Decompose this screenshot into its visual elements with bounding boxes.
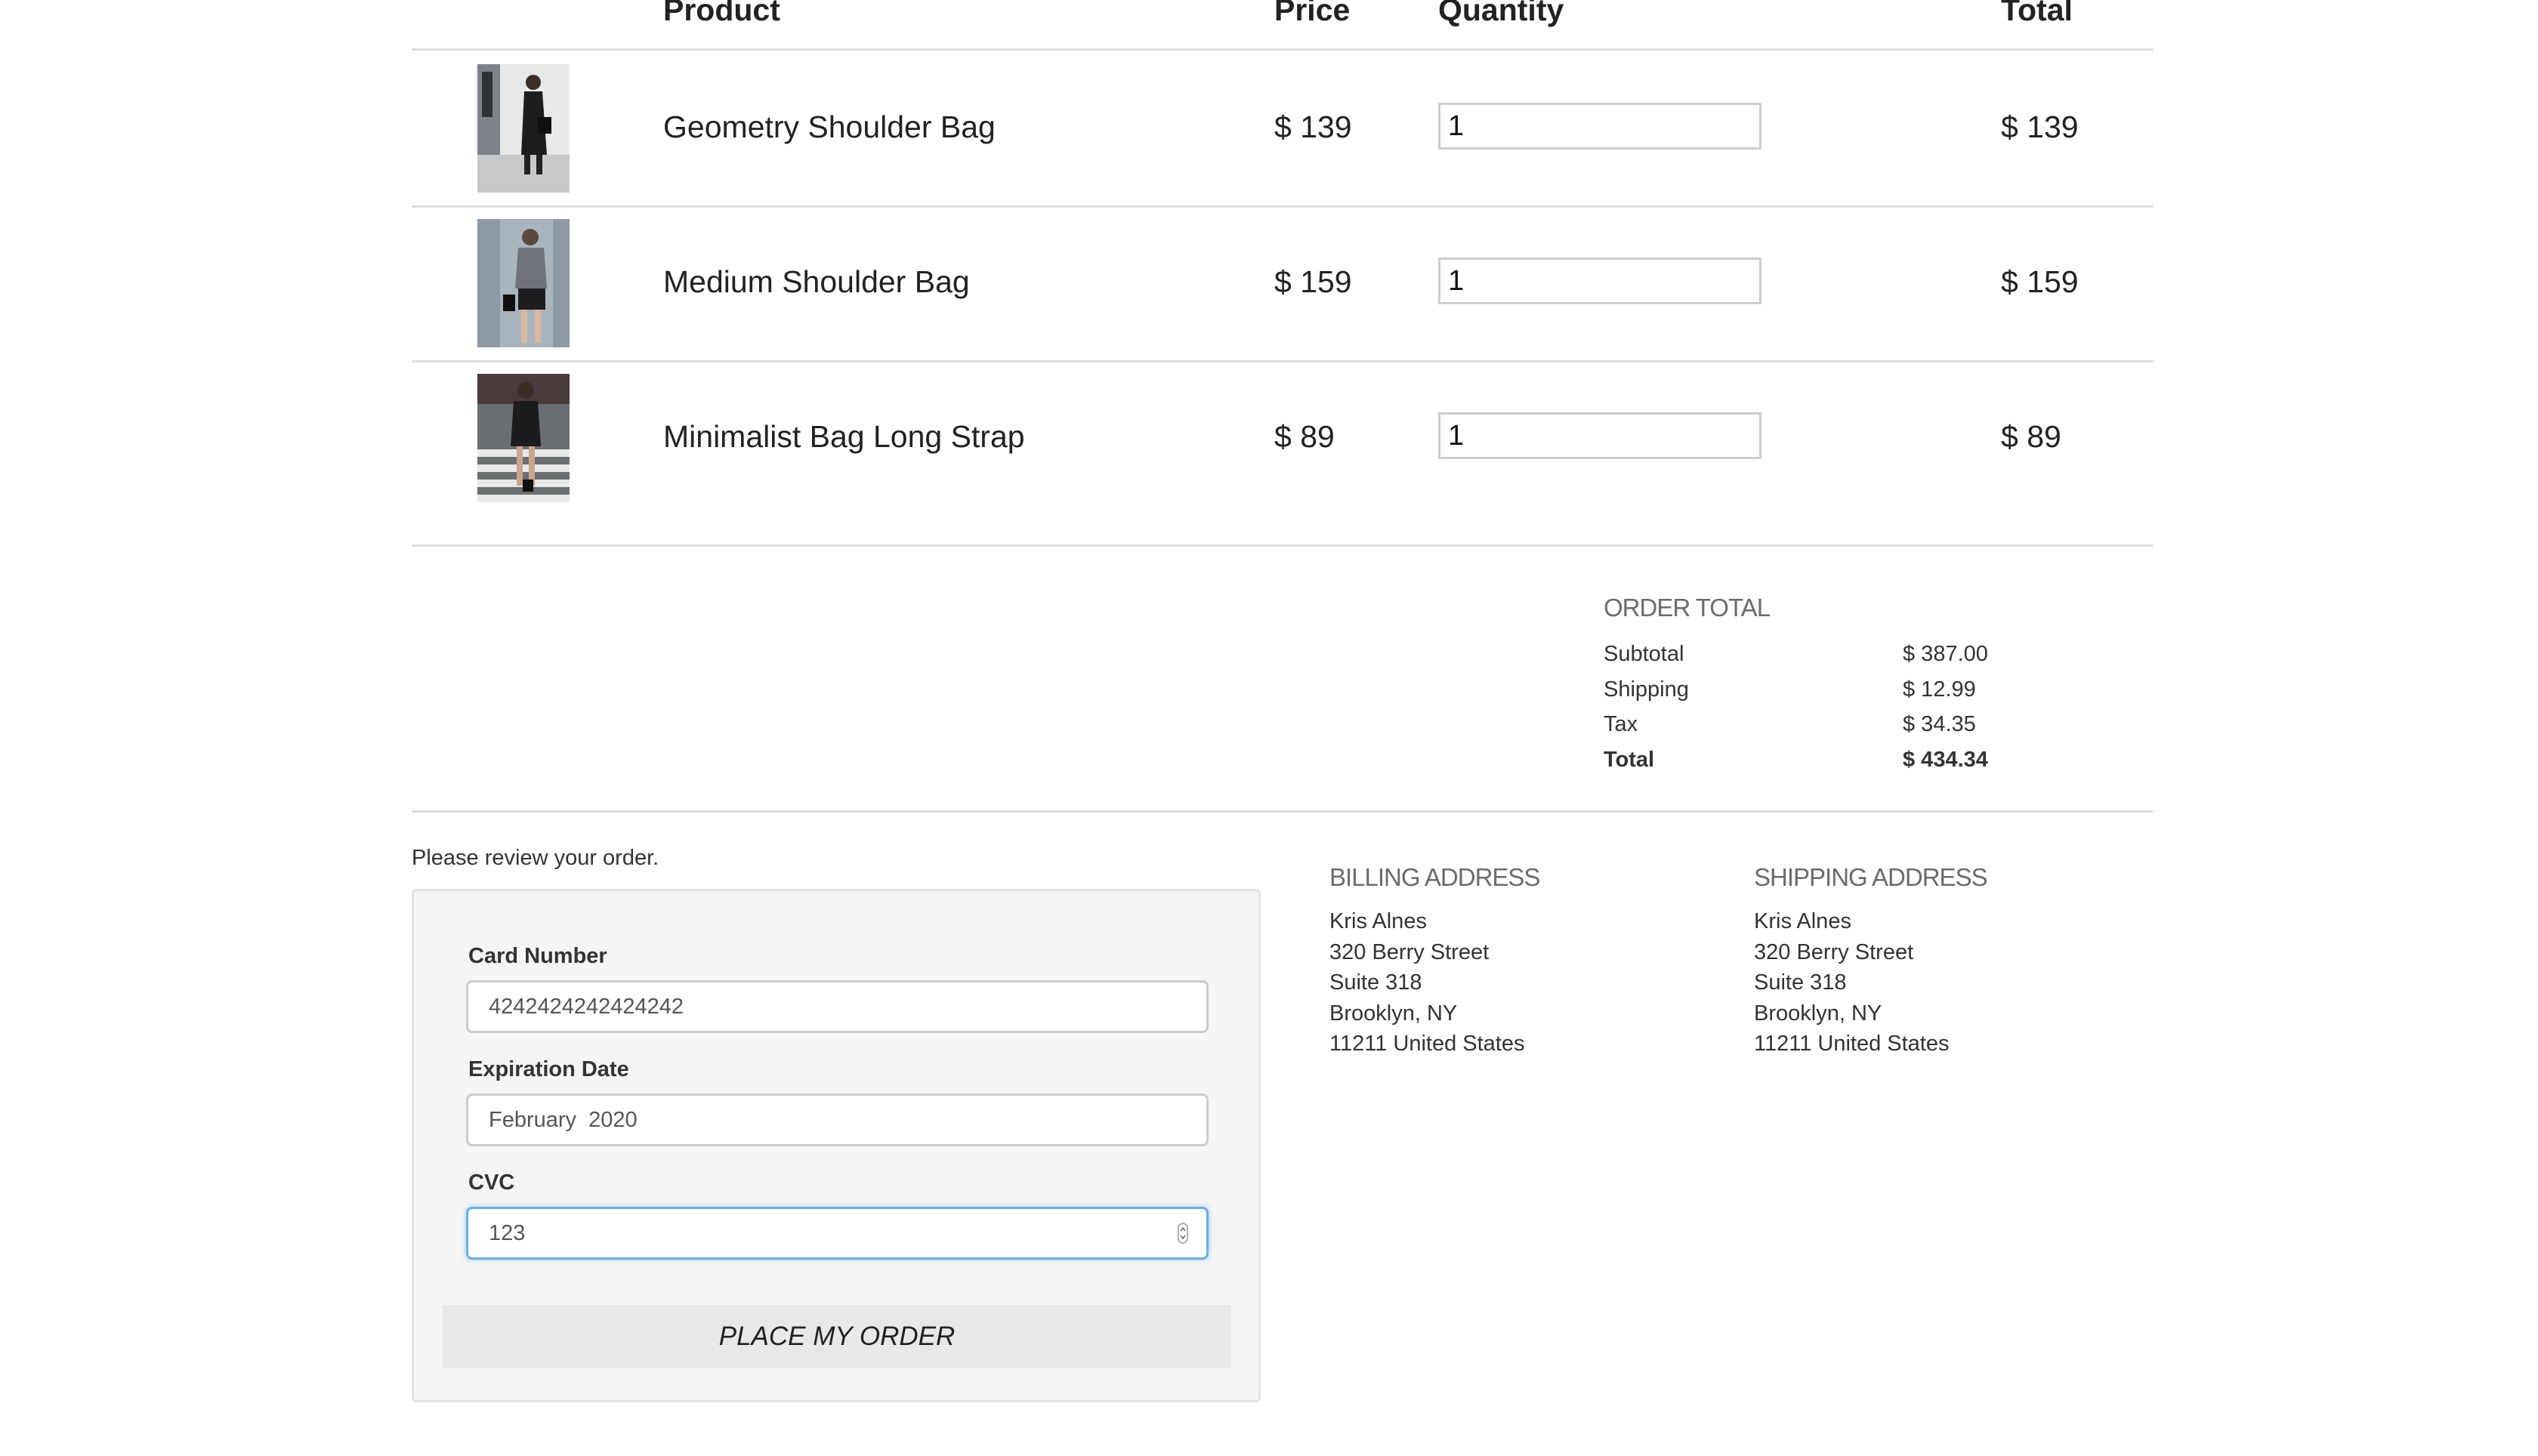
row-divider — [412, 360, 2154, 362]
billing-line: 11211 United States — [1329, 1032, 1525, 1056]
header-price: Price — [1274, 0, 1351, 27]
order-shipping-row: Shipping $ 12.99 — [1604, 677, 2027, 712]
card-number-input[interactable]: 4242424242424242 — [466, 980, 1209, 1033]
subtotal-value: $ 387.00 — [1903, 642, 1988, 666]
billing-address: Kris Alnes 320 Berry Street Suite 318 Br… — [1329, 906, 1525, 1060]
review-message: Please review your order. — [412, 846, 659, 870]
header-total: Total — [2001, 0, 2073, 27]
expiration-date-input[interactable]: February 2020 — [466, 1094, 1209, 1146]
product-name[interactable]: Minimalist Bag Long Strap — [663, 419, 1025, 455]
product-image[interactable] — [477, 64, 570, 193]
billing-address-title: BILLING ADDRESS — [1329, 863, 1540, 891]
header-product: Product — [663, 0, 780, 27]
checkout-page: Product Price Quantity Total Geometry Sh… — [0, 0, 2538, 1456]
shipping-line: Kris Alnes — [1754, 909, 1851, 933]
payment-form: Card Number 4242424242424242 Expiration … — [412, 889, 1261, 1402]
product-price: $ 139 — [1274, 110, 1352, 144]
place-order-button[interactable]: PLACE MY ORDER — [443, 1305, 1231, 1368]
expiration-date-label: Expiration Date — [468, 1057, 629, 1081]
tax-value: $ 34.35 — [1903, 712, 1976, 736]
order-total-row: Total $ 434.34 — [1604, 748, 2027, 782]
shipping-address-title: SHIPPING ADDRESS — [1754, 863, 1988, 891]
billing-line: Kris Alnes — [1329, 909, 1427, 933]
line-total: $ 139 — [2001, 110, 2079, 144]
shipping-line: Brooklyn, NY — [1754, 1001, 1882, 1026]
product-name[interactable]: Geometry Shoulder Bag — [663, 110, 996, 145]
billing-line: Suite 318 — [1329, 970, 1422, 995]
total-label: Total — [1604, 748, 1655, 772]
number-spinner-icon[interactable] — [1178, 1223, 1188, 1244]
cvc-label: CVC — [468, 1171, 515, 1195]
total-value: $ 434.34 — [1903, 748, 1988, 772]
shipping-line: Suite 318 — [1754, 970, 1847, 995]
product-image[interactable] — [477, 219, 570, 347]
order-total-title: ORDER TOTAL — [1604, 594, 1771, 622]
summary-divider — [412, 810, 2154, 813]
billing-line: 320 Berry Street — [1329, 939, 1490, 964]
cvc-input[interactable]: 123 — [466, 1207, 1209, 1260]
product-price: $ 89 — [1274, 419, 1335, 454]
shipping-label: Shipping — [1604, 677, 1689, 702]
order-tax-row: Tax $ 34.35 — [1604, 712, 2027, 747]
shipping-value: $ 12.99 — [1903, 677, 1976, 702]
product-image[interactable] — [477, 374, 570, 502]
line-total: $ 159 — [2001, 264, 2079, 299]
product-name[interactable]: Medium Shoulder Bag — [663, 264, 970, 300]
quantity-input[interactable]: 1 — [1438, 412, 1761, 459]
shipping-address: Kris Alnes 320 Berry Street Suite 318 Br… — [1754, 906, 1950, 1060]
tax-label: Tax — [1604, 712, 1638, 736]
product-price: $ 159 — [1274, 264, 1352, 299]
order-subtotal-row: Subtotal $ 387.00 — [1604, 642, 2027, 677]
header-quantity: Quantity — [1438, 0, 1564, 27]
table-bottom-divider — [412, 544, 2154, 547]
line-total: $ 89 — [2001, 419, 2061, 454]
billing-line: Brooklyn, NY — [1329, 1001, 1458, 1026]
cvc-value: 123 — [489, 1221, 526, 1245]
header-divider — [412, 48, 2154, 51]
shipping-line: 11211 United States — [1754, 1032, 1950, 1056]
subtotal-label: Subtotal — [1604, 642, 1684, 666]
row-divider — [412, 205, 2154, 208]
quantity-input[interactable]: 1 — [1438, 258, 1761, 304]
shipping-line: 320 Berry Street — [1754, 939, 1914, 964]
card-number-label: Card Number — [468, 944, 607, 968]
quantity-input[interactable]: 1 — [1438, 103, 1761, 150]
